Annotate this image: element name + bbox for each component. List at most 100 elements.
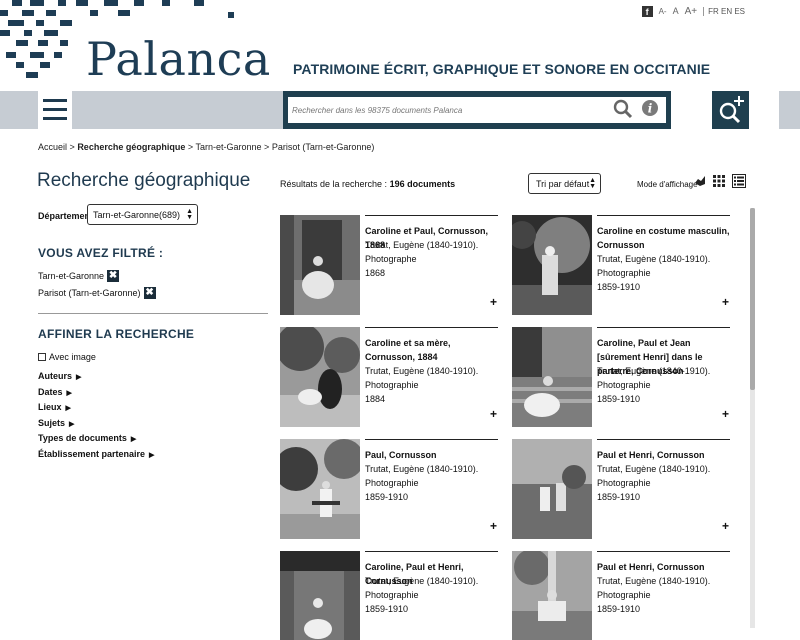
- caret-right-icon: ▶: [76, 374, 82, 381]
- expand-button[interactable]: +: [722, 519, 729, 533]
- svg-text:i: i: [648, 102, 653, 116]
- breadcrumb-home[interactable]: Accueil: [38, 142, 67, 152]
- logo-text[interactable]: Palanca: [86, 32, 271, 86]
- result-date: 1859-1910: [597, 394, 641, 404]
- department-select[interactable]: Tarn-et-Garonne(689) ▲ ▼: [87, 204, 198, 225]
- result-title[interactable]: Caroline et sa mère, Cornusson, 1884: [365, 336, 500, 364]
- result-author: Trutat, Eugène (1840-1910).: [597, 576, 711, 586]
- caret-right-icon: ▶: [65, 405, 71, 412]
- result-date: 1859-1910: [597, 492, 641, 502]
- result-thumbnail[interactable]: [280, 327, 360, 427]
- expand-button[interactable]: +: [490, 407, 497, 421]
- magnifier-plus-icon: [719, 96, 744, 124]
- results-count: Résultats de la recherche : 196 document…: [280, 179, 456, 189]
- checkbox-icon[interactable]: [38, 353, 46, 361]
- breadcrumb: Accueil > Recherche géographique > Tarn-…: [38, 142, 375, 152]
- advanced-search-button[interactable]: [712, 91, 749, 129]
- result-card[interactable]: Caroline, Paul et Jean [sûrement Henri] …: [512, 327, 732, 427]
- hamburger-icon: [43, 99, 67, 102]
- result-type: Photographe: [365, 254, 417, 264]
- result-date: 1859-1910: [365, 604, 409, 614]
- select-arrows-icon: ▲ ▼: [186, 208, 193, 221]
- facet-subjects[interactable]: Sujets ▶: [38, 418, 74, 428]
- active-filter: Tarn-et-Garonne ✖: [38, 270, 120, 282]
- expand-button[interactable]: +: [722, 295, 729, 309]
- result-thumbnail[interactable]: [280, 439, 360, 539]
- remove-filter-icon[interactable]: ✖: [143, 287, 156, 299]
- department-label: Département: [38, 211, 94, 221]
- search-icon[interactable]: [613, 99, 633, 119]
- facet-dates[interactable]: Dates ▶: [38, 387, 72, 397]
- result-type: Photographie: [597, 380, 651, 390]
- result-thumbnail[interactable]: [280, 215, 360, 315]
- refine-heading: AFFINER LA RECHERCHE: [38, 327, 195, 341]
- result-title[interactable]: Paul et Henri, Cornusson: [597, 448, 732, 462]
- filtered-heading: VOUS AVEZ FILTRÉ :: [38, 246, 164, 260]
- font-size-normal-button[interactable]: A: [673, 6, 679, 16]
- caret-right-icon: ▶: [66, 390, 72, 397]
- facet-authors[interactable]: Auteurs ▶: [38, 371, 81, 381]
- scrollbar-thumb[interactable]: [750, 208, 755, 390]
- facebook-icon[interactable]: f: [641, 5, 653, 17]
- font-size-increase-button[interactable]: A+: [685, 6, 698, 17]
- facet-partner[interactable]: Établissement partenaire ▶: [38, 449, 154, 459]
- remove-filter-icon[interactable]: ✖: [107, 270, 120, 282]
- expand-button[interactable]: +: [722, 407, 729, 421]
- language-switcher[interactable]: FR EN ES: [703, 6, 745, 16]
- result-card[interactable]: Caroline en costume masculin, Cornusson …: [512, 215, 732, 315]
- breadcrumb-level2[interactable]: Parisot (Tarn-et-Garonne): [272, 142, 375, 152]
- result-thumbnail[interactable]: [512, 551, 592, 640]
- with-image-checkbox[interactable]: Avec image: [38, 352, 96, 362]
- result-author: Trutat, Eugène (1840-1910).: [365, 240, 479, 250]
- result-thumbnail[interactable]: [280, 551, 360, 640]
- result-type: Photographie: [597, 590, 651, 600]
- result-date: 1868: [365, 268, 386, 278]
- caret-right-icon: ▶: [149, 452, 155, 459]
- result-title[interactable]: Caroline en costume masculin, Cornusson: [597, 224, 732, 252]
- result-thumbnail[interactable]: [512, 327, 592, 427]
- grid-view-icon[interactable]: [712, 174, 726, 188]
- divider: [38, 313, 268, 314]
- result-type: Photographie: [365, 478, 419, 488]
- sort-select[interactable]: Tri par défaut ▲ ▼: [528, 173, 601, 194]
- info-icon[interactable]: i: [641, 99, 659, 117]
- result-card[interactable]: Caroline et Paul, Cornusson, 1868 Trutat…: [280, 215, 500, 315]
- page-title: Recherche géographique: [37, 170, 251, 191]
- result-type: Photographie: [597, 478, 651, 488]
- site-tagline: PATRIMOINE ÉCRIT, GRAPHIQUE ET SONORE EN…: [293, 61, 711, 77]
- breadcrumb-level1[interactable]: Tarn-et-Garonne: [195, 142, 261, 152]
- result-date: 1859-1910: [597, 282, 641, 292]
- facet-places[interactable]: Lieux ▶: [38, 402, 71, 412]
- result-type: Photographie: [365, 590, 419, 600]
- list-view-icon[interactable]: [732, 174, 746, 188]
- caret-right-icon: ▶: [69, 421, 75, 428]
- result-card[interactable]: Caroline et sa mère, Cornusson, 1884 Tru…: [280, 327, 500, 427]
- result-card[interactable]: Caroline, Paul et Henri, Cornusson Truta…: [280, 551, 500, 640]
- result-type: Photographie: [365, 380, 419, 390]
- result-author: Trutat, Eugène (1840-1910).: [365, 464, 479, 474]
- expand-button[interactable]: +: [490, 295, 497, 309]
- facet-document-types[interactable]: Types de documents ▶: [38, 433, 136, 443]
- result-title[interactable]: Paul et Henri, Cornusson: [597, 560, 732, 574]
- expand-button[interactable]: +: [490, 519, 497, 533]
- search-input[interactable]: [288, 97, 666, 123]
- result-card[interactable]: Paul et Henri, Cornusson Trutat, Eugène …: [512, 439, 732, 539]
- result-date: 1859-1910: [597, 604, 641, 614]
- result-thumbnail[interactable]: [512, 215, 592, 315]
- map-view-icon[interactable]: [694, 175, 706, 187]
- view-toggle: [694, 174, 746, 188]
- result-author: Trutat, Eugène (1840-1910).: [597, 464, 711, 474]
- font-size-decrease-button[interactable]: A-: [659, 7, 667, 16]
- menu-button[interactable]: [38, 91, 72, 129]
- result-type: Photographie: [597, 268, 651, 278]
- result-card[interactable]: Paul, Cornusson Trutat, Eugène (1840-191…: [280, 439, 500, 539]
- breadcrumb-current-search[interactable]: Recherche géographique: [77, 142, 185, 152]
- result-card[interactable]: Paul et Henri, Cornusson Trutat, Eugène …: [512, 551, 732, 640]
- result-title[interactable]: Paul, Cornusson: [365, 448, 500, 462]
- result-thumbnail[interactable]: [512, 439, 592, 539]
- select-arrows-icon: ▲ ▼: [589, 177, 596, 190]
- result-date: 1884: [365, 394, 386, 404]
- result-author: Trutat, Eugène (1840-1910).: [597, 254, 711, 264]
- display-mode-label: Mode d'affichage: [637, 180, 698, 189]
- utility-bar: f A- A A+ FR EN ES: [641, 3, 745, 19]
